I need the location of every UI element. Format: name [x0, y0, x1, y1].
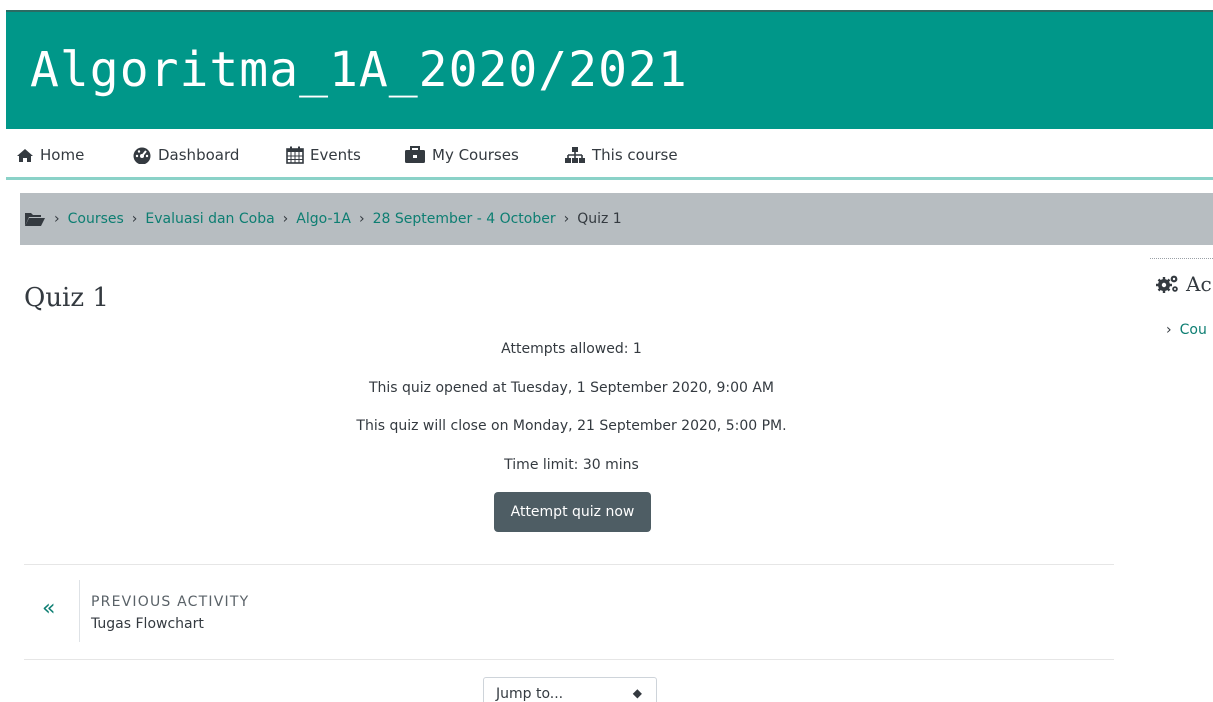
sitemap-icon: [565, 147, 585, 163]
quiz-open-date: This quiz opened at Tuesday, 1 September…: [368, 379, 775, 396]
chevron-right-icon: ›: [359, 211, 365, 227]
quiz-info: Attempts allowed: 1 This quiz opened at …: [20, 330, 1123, 484]
double-chevron-left-icon: «: [42, 596, 56, 621]
administration-block: Ac › Cou: [1150, 258, 1213, 378]
breadcrumb-courses[interactable]: Courses: [68, 211, 124, 227]
jump-to-select[interactable]: Jump to... ◆: [483, 677, 657, 702]
course-banner: Algoritma_1A_2020/2021: [6, 12, 1213, 129]
prev-divider: [79, 580, 80, 642]
attempt-quiz-button[interactable]: Attempt quiz now: [494, 492, 651, 532]
navbar-rule: [6, 177, 1213, 180]
chevron-right-icon: ›: [282, 211, 289, 227]
breadcrumb-course[interactable]: Algo-1A: [296, 211, 351, 227]
folder-open-icon[interactable]: [24, 211, 46, 227]
course-title: Algoritma_1A_2020/2021: [30, 42, 688, 98]
home-icon: [17, 148, 33, 162]
briefcase-icon: [405, 146, 425, 163]
nav-home-label: Home: [40, 146, 85, 164]
nav-dashboard-label: Dashboard: [158, 146, 240, 164]
nav-my-courses-label: My Courses: [432, 146, 519, 164]
nav-dashboard[interactable]: Dashboard: [132, 144, 239, 166]
cogs-icon: [1156, 275, 1178, 293]
nav-events[interactable]: Events: [286, 144, 361, 166]
nav-this-course-label: This course: [592, 146, 678, 164]
dashboard-icon: [133, 147, 151, 164]
main-navbar: Home Dashboard Events My Courses This co…: [6, 130, 1213, 180]
breadcrumb-current: Quiz 1: [577, 211, 622, 227]
block-title: Ac: [1156, 272, 1212, 296]
breadcrumb: › Courses › Evaluasi dan Coba › Algo-1A …: [20, 193, 1213, 245]
block-title-text: Ac: [1186, 272, 1212, 296]
time-limit: Time limit: 30 mins: [504, 456, 639, 473]
block-divider: [1150, 258, 1213, 259]
breadcrumb-section[interactable]: 28 September - 4 October: [373, 211, 556, 227]
calendar-icon: [286, 146, 304, 164]
nav-this-course[interactable]: This course: [564, 144, 678, 166]
chevron-right-icon: ›: [131, 211, 138, 227]
chevron-right-icon: ›: [563, 211, 570, 227]
chevron-right-icon: ›: [1166, 322, 1172, 338]
block-link[interactable]: › Cou: [1166, 322, 1207, 338]
nav-events-label: Events: [310, 146, 361, 164]
nav-my-courses[interactable]: My Courses: [404, 144, 519, 166]
chevron-right-icon: ›: [54, 211, 60, 227]
previous-activity-link[interactable]: « PREVIOUS ACTIVITY Tugas Flowchart: [24, 580, 344, 642]
page-title: Quiz 1: [24, 283, 109, 313]
block-link-text: Cou: [1179, 322, 1207, 338]
breadcrumb-category[interactable]: Evaluasi dan Coba: [145, 211, 274, 227]
nav-home[interactable]: Home: [16, 144, 84, 166]
divider: [24, 659, 1114, 660]
divider: [24, 564, 1114, 565]
attempts-allowed: Attempts allowed: 1: [501, 341, 642, 357]
sort-arrows-icon: ◆: [632, 686, 642, 700]
quiz-close-date: This quiz will close on Monday, 21 Septe…: [356, 418, 787, 435]
previous-activity-label: PREVIOUS ACTIVITY: [91, 594, 250, 610]
previous-activity-name: Tugas Flowchart: [91, 616, 204, 632]
jump-to-placeholder: Jump to...: [496, 686, 564, 702]
